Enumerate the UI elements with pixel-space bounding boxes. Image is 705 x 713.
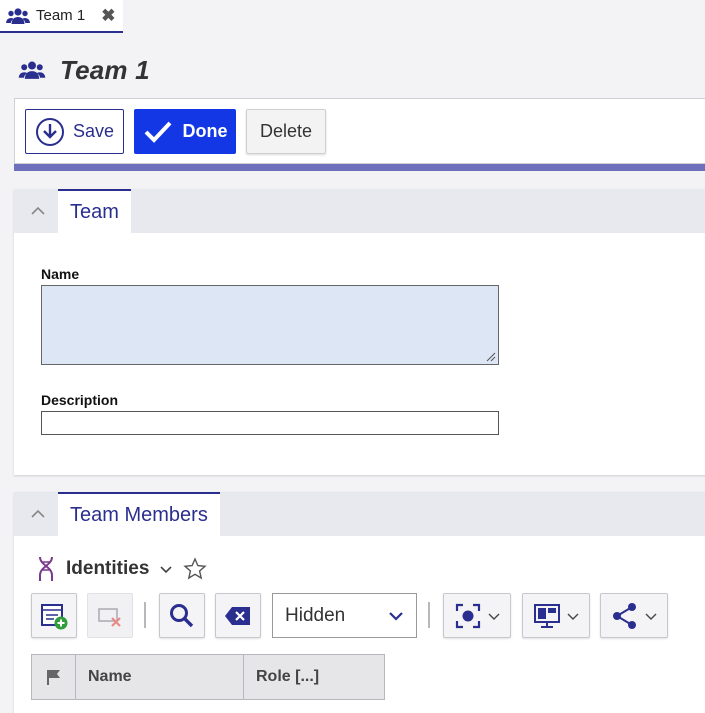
grid-header: Name Role [...] — [31, 654, 385, 700]
monitor-layout-icon — [534, 603, 560, 628]
description-field[interactable] — [41, 411, 499, 435]
save-button-label: Save — [72, 121, 115, 141]
chevron-down-icon — [488, 613, 500, 620]
document-tab[interactable]: Team 1 ✖ — [0, 0, 123, 33]
save-icon — [35, 117, 64, 146]
column-header-name[interactable]: Name — [76, 655, 244, 699]
team-icon — [6, 7, 30, 24]
chevron-down-icon — [389, 611, 403, 621]
focus-icon — [455, 603, 481, 628]
remove-record-icon — [98, 607, 121, 627]
team-panel: Team Name Description — [14, 189, 705, 475]
checkmark-icon — [144, 121, 171, 143]
tab-team-members[interactable]: Team Members — [58, 492, 220, 536]
chevron-down-icon — [645, 613, 657, 620]
toolbar-divider — [14, 164, 705, 171]
search-button[interactable] — [159, 593, 205, 638]
backspace-icon — [225, 606, 250, 625]
dna-icon — [39, 556, 53, 581]
team-icon — [18, 61, 46, 79]
visibility-select[interactable]: Hidden — [272, 593, 417, 638]
list-title: Identities — [66, 558, 150, 579]
tab-team[interactable]: Team — [58, 189, 131, 233]
share-icon — [613, 602, 636, 629]
delete-button[interactable]: Delete — [246, 109, 326, 154]
flag-icon — [46, 670, 60, 685]
collapse-icon[interactable] — [28, 201, 48, 221]
done-button-label: Done — [182, 121, 228, 141]
team-members-panel: Team Members Identities Hidden Name Role… — [14, 492, 705, 713]
star-icon[interactable] — [183, 557, 208, 581]
capture-menu-button[interactable] — [443, 593, 511, 638]
save-button[interactable]: Save — [25, 109, 124, 154]
description-label: Description — [41, 392, 119, 408]
add-record-button[interactable] — [31, 593, 77, 638]
name-field[interactable] — [41, 285, 499, 365]
action-toolbar: Save Done Delete — [14, 98, 705, 164]
layout-menu-button[interactable] — [522, 593, 590, 638]
resize-grip-icon[interactable] — [484, 350, 496, 362]
chevron-down-icon — [567, 613, 579, 620]
toolbar-separator — [144, 602, 146, 628]
clear-filter-button[interactable] — [215, 593, 261, 638]
column-header-role[interactable]: Role [...] — [244, 655, 384, 699]
add-record-icon — [41, 603, 68, 629]
page-title: Team 1 — [60, 54, 150, 85]
toolbar-separator — [428, 602, 430, 628]
list-view-header: Identities — [36, 554, 208, 584]
team-members-panel-header: Team Members — [14, 492, 705, 536]
flag-column-header[interactable] — [32, 655, 76, 699]
page-header: Team 1 — [18, 52, 150, 88]
visibility-select-value: Hidden — [285, 604, 346, 626]
remove-record-button[interactable] — [87, 593, 133, 638]
team-panel-header: Team — [14, 189, 705, 233]
done-button[interactable]: Done — [134, 109, 236, 154]
share-menu-button[interactable] — [600, 593, 668, 638]
name-label: Name — [41, 266, 80, 282]
close-icon[interactable]: ✖ — [101, 7, 115, 24]
chevron-down-icon[interactable] — [159, 564, 173, 574]
search-icon — [170, 603, 194, 627]
document-tab-bar: Team 1 ✖ — [0, 0, 705, 34]
collapse-icon[interactable] — [28, 504, 48, 524]
document-tab-label: Team 1 — [36, 7, 86, 24]
delete-button-label: Delete — [259, 121, 313, 141]
